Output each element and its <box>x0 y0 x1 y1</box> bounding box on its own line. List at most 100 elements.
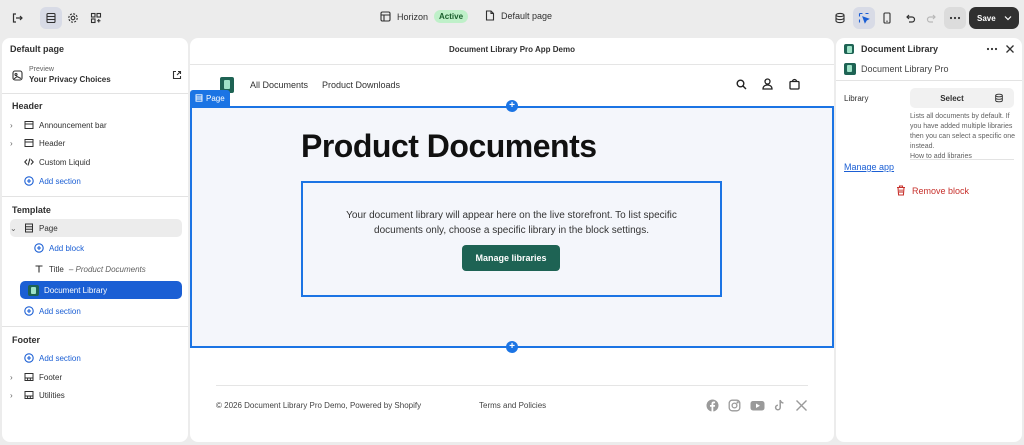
section-label: Page <box>39 223 58 233</box>
section-header[interactable]: › Header <box>10 134 182 152</box>
database-icon[interactable] <box>829 7 851 29</box>
section-tag[interactable]: Page <box>190 90 230 106</box>
block-label: Title <box>49 264 64 274</box>
manage-app-link[interactable]: Manage app <box>844 162 894 172</box>
trash-icon <box>897 185 905 196</box>
section-announcement-bar[interactable]: › Announcement bar <box>10 116 182 134</box>
save-button[interactable]: Save <box>969 7 1019 29</box>
preview-caption: Preview <box>29 66 54 73</box>
page-heading[interactable]: Product Documents <box>301 128 597 165</box>
footer-policies-link[interactable]: Terms and Policies <box>479 401 546 410</box>
sections-icon[interactable] <box>40 7 62 29</box>
chevron-right-icon[interactable]: › <box>10 121 18 130</box>
block-sub-label: – Product Documents <box>68 264 146 274</box>
section-label: Utilities <box>39 390 65 400</box>
search-icon[interactable] <box>736 79 747 90</box>
chevron-right-icon[interactable]: › <box>10 391 18 400</box>
chevron-down-icon[interactable] <box>1004 15 1012 21</box>
divider <box>216 385 808 386</box>
library-help: Lists all documents by default. If you h… <box>910 112 1016 162</box>
divider <box>2 93 188 94</box>
block-title[interactable]: Title – Product Documents <box>20 260 182 278</box>
section-layout-icon <box>23 120 34 131</box>
storefront-preview: Document Library Pro App Demo All Docume… <box>190 38 834 442</box>
section-label: Announcement bar <box>39 120 107 130</box>
divider <box>2 196 188 197</box>
section-custom-liquid[interactable]: Custom Liquid <box>10 153 182 171</box>
panel-title: Default page <box>10 44 65 54</box>
theme-icon <box>380 11 391 22</box>
section-layout-icon <box>23 223 34 234</box>
page-selector[interactable]: Default page <box>485 10 552 21</box>
preview-page-name: Your Privacy Choices <box>29 75 111 84</box>
block-document-library[interactable]: Document Library <box>20 281 182 299</box>
add-section-label: Add section <box>39 306 81 316</box>
cart-icon[interactable] <box>789 78 800 90</box>
facebook-icon[interactable] <box>706 399 719 412</box>
chevron-down-icon[interactable]: ⌄ <box>10 224 18 233</box>
library-placeholder-message: Your document library will appear here o… <box>346 210 677 236</box>
panel-title: Document Library <box>861 44 939 54</box>
text-icon <box>33 264 44 275</box>
x-icon[interactable] <box>795 399 808 412</box>
section-label: Header <box>39 138 66 148</box>
add-circle-icon <box>23 176 34 187</box>
remove-block-button[interactable]: Remove block <box>896 185 969 196</box>
tiktok-icon[interactable] <box>773 399 786 412</box>
preview-row[interactable]: Preview Your Privacy Choices <box>10 66 182 88</box>
account-icon[interactable] <box>762 78 773 90</box>
remove-block-label: Remove block <box>912 185 970 196</box>
chevron-right-icon[interactable]: › <box>10 373 18 382</box>
footer-group-heading: Footer <box>12 335 40 345</box>
section-label: Footer <box>39 372 63 382</box>
save-label: Save <box>977 13 996 23</box>
settings-icon[interactable] <box>62 7 84 29</box>
library-label: Library <box>844 94 869 103</box>
apps-icon[interactable] <box>85 7 107 29</box>
instagram-icon[interactable] <box>728 399 741 412</box>
section-layout-icon <box>195 94 203 102</box>
add-section-label: Add section <box>39 353 81 363</box>
add-block[interactable]: Add block <box>20 239 182 257</box>
close-icon[interactable] <box>1005 44 1015 54</box>
store-title: Document Library Pro App Demo <box>449 45 575 54</box>
exit-icon[interactable] <box>6 7 28 29</box>
section-utilities[interactable]: › Utilities <box>10 386 182 404</box>
section-page[interactable]: ⌄ Page <box>10 219 182 237</box>
theme-selector[interactable]: Horizon Active <box>380 10 469 23</box>
add-section-footer[interactable]: Add section <box>10 349 182 367</box>
youtube-icon[interactable] <box>750 399 765 412</box>
document-library-block[interactable]: Your document library will appear here o… <box>301 181 722 297</box>
database-icon <box>995 93 1003 103</box>
page-section-selected[interactable]: Product Documents Your document library … <box>190 106 834 348</box>
header-group-heading: Header <box>12 101 43 111</box>
more-icon[interactable] <box>944 7 966 29</box>
app-logo-icon <box>844 63 856 75</box>
top-bar: Horizon Active Default page Save <box>0 0 1024 36</box>
library-help-text: Lists all documents by default. If you h… <box>910 113 1016 150</box>
block-label: Document Library <box>44 285 108 295</box>
undo-icon[interactable] <box>899 7 921 29</box>
more-icon[interactable] <box>986 47 998 51</box>
nav-link-all-documents[interactable]: All Documents <box>250 80 308 90</box>
nav-link-product-downloads[interactable]: Product Downloads <box>322 80 400 90</box>
manage-libraries-button[interactable]: Manage libraries <box>462 245 560 271</box>
add-section-template[interactable]: Add section <box>10 302 182 320</box>
section-footer[interactable]: › Footer <box>10 368 182 386</box>
footer-layout-icon <box>23 390 34 401</box>
status-badge: Active <box>434 10 469 23</box>
section-layout-icon <box>23 138 34 149</box>
theme-name: Horizon <box>397 11 429 22</box>
external-link-icon[interactable] <box>172 70 182 80</box>
mobile-icon[interactable] <box>876 7 898 29</box>
add-section-header[interactable]: Add section <box>10 172 182 190</box>
page-icon <box>485 10 495 21</box>
inspector-icon[interactable] <box>853 7 875 29</box>
divider <box>836 80 1022 81</box>
sections-panel: Default page Preview Your Privacy Choice… <box>2 38 188 442</box>
chevron-right-icon[interactable]: › <box>10 139 18 148</box>
library-select[interactable]: Select <box>910 88 1014 108</box>
add-section-below-icon[interactable]: + <box>506 341 518 353</box>
add-section-above-icon[interactable]: + <box>506 100 518 112</box>
redo-icon[interactable] <box>921 7 943 29</box>
